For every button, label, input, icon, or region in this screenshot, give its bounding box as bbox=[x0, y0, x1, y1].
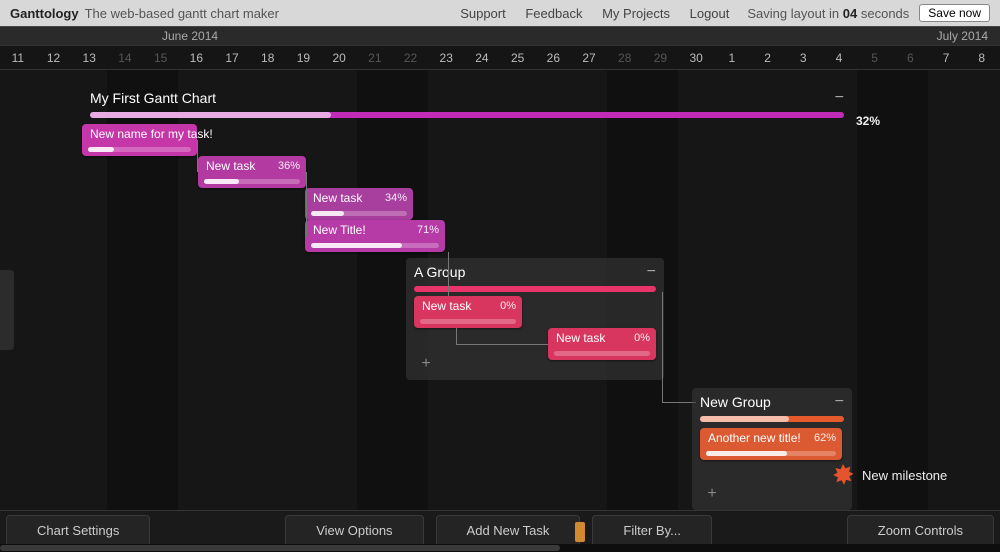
day-column: 13 bbox=[71, 46, 107, 70]
month-left: June 2014 bbox=[162, 29, 218, 43]
day-column: 2 bbox=[750, 46, 786, 70]
save-status-suffix: seconds bbox=[857, 6, 909, 21]
task-bar[interactable]: New task 34% bbox=[305, 188, 413, 220]
task-bar[interactable]: Another new title! 62% bbox=[700, 428, 842, 460]
save-status-prefix: Saving layout in bbox=[747, 6, 842, 21]
day-column: 7 bbox=[928, 46, 964, 70]
dependency-connector bbox=[448, 252, 449, 296]
day-column: 6 bbox=[893, 46, 929, 70]
task-percent: 62% bbox=[814, 432, 836, 444]
dependency-connector bbox=[662, 402, 696, 403]
day-column: 4 bbox=[821, 46, 857, 70]
task-percent: 36% bbox=[278, 160, 300, 172]
chart-settings-button[interactable]: Chart Settings bbox=[6, 515, 150, 545]
bottom-toolbar: Chart Settings View Options Add New Task… bbox=[0, 510, 1000, 552]
filter-by-button[interactable]: Filter By... bbox=[592, 515, 712, 545]
dependency-connector bbox=[456, 328, 457, 344]
task-percent: 0% bbox=[634, 332, 650, 344]
top-links: Support Feedback My Projects Logout bbox=[452, 6, 737, 21]
zoom-controls-button[interactable]: Zoom Controls bbox=[847, 515, 994, 545]
day-column: 22 bbox=[393, 46, 429, 70]
project-group[interactable]: My First Gantt Chart − 32% bbox=[82, 84, 852, 124]
collapse-icon[interactable]: − bbox=[835, 393, 844, 411]
dependency-connector bbox=[662, 292, 663, 402]
task-label: New name for my task! bbox=[90, 127, 191, 141]
day-column: 23 bbox=[428, 46, 464, 70]
day-column: 15 bbox=[143, 46, 179, 70]
month-right: July 2014 bbox=[937, 29, 988, 43]
day-column: 19 bbox=[286, 46, 322, 70]
top-bar: Ganttology The web-based gantt chart mak… bbox=[0, 0, 1000, 26]
day-column: 11 bbox=[0, 46, 36, 70]
tagline: The web-based gantt chart maker bbox=[85, 6, 279, 21]
month-strip: June 2014 July 2014 bbox=[0, 26, 1000, 46]
project-percent: 32% bbox=[856, 114, 880, 128]
horizontal-scrollbar[interactable] bbox=[0, 544, 1000, 552]
day-column: 1 bbox=[714, 46, 750, 70]
milestone-star-icon bbox=[832, 464, 854, 486]
day-column: 8 bbox=[964, 46, 1000, 70]
link-my-projects[interactable]: My Projects bbox=[602, 6, 670, 21]
left-drawer-handle[interactable] bbox=[0, 270, 14, 350]
milestone[interactable]: New milestone bbox=[832, 464, 947, 486]
add-new-task-button[interactable]: Add New Task bbox=[436, 515, 581, 545]
task-percent: 34% bbox=[385, 192, 407, 204]
dependency-connector bbox=[306, 236, 307, 237]
collapse-icon[interactable]: − bbox=[835, 89, 844, 107]
task-bar[interactable]: New name for my task! bbox=[82, 124, 197, 156]
day-column: 21 bbox=[357, 46, 393, 70]
day-column: 18 bbox=[250, 46, 286, 70]
collapse-icon[interactable]: − bbox=[647, 263, 656, 281]
day-column: 29 bbox=[643, 46, 679, 70]
chart-area[interactable]: My First Gantt Chart − 32% New name for … bbox=[0, 70, 1000, 510]
link-support[interactable]: Support bbox=[460, 6, 506, 21]
weekend-band bbox=[857, 70, 928, 510]
brand: Ganttology bbox=[10, 6, 79, 21]
task-percent: 71% bbox=[417, 224, 439, 236]
day-column: 28 bbox=[607, 46, 643, 70]
day-column: 27 bbox=[571, 46, 607, 70]
day-column: 12 bbox=[36, 46, 72, 70]
day-column: 16 bbox=[179, 46, 215, 70]
day-column: 3 bbox=[785, 46, 821, 70]
day-column: 5 bbox=[857, 46, 893, 70]
day-column: 17 bbox=[214, 46, 250, 70]
link-feedback[interactable]: Feedback bbox=[525, 6, 582, 21]
day-column: 26 bbox=[536, 46, 572, 70]
task-bar[interactable]: New Title! 71% bbox=[305, 220, 445, 252]
milestone-label: New milestone bbox=[862, 468, 947, 483]
add-task-button[interactable]: + bbox=[416, 354, 436, 374]
save-now-button[interactable]: Save now bbox=[919, 4, 990, 22]
day-column: 14 bbox=[107, 46, 143, 70]
scrollbar-thumb[interactable] bbox=[0, 545, 560, 551]
day-column: 25 bbox=[500, 46, 536, 70]
save-status: Saving layout in 04 seconds bbox=[747, 6, 909, 21]
task-bar[interactable]: New task 0% bbox=[548, 328, 656, 360]
link-logout[interactable]: Logout bbox=[690, 6, 730, 21]
mini-marker bbox=[575, 522, 585, 542]
dependency-connector bbox=[306, 172, 307, 236]
task-percent: 0% bbox=[500, 300, 516, 312]
group-title[interactable]: New Group bbox=[700, 394, 827, 410]
day-axis: 1112131415161718192021222324252627282930… bbox=[0, 46, 1000, 70]
task-bar[interactable]: New task 0% bbox=[414, 296, 522, 328]
add-task-button[interactable]: + bbox=[702, 484, 722, 504]
day-column: 30 bbox=[678, 46, 714, 70]
dependency-connector bbox=[197, 140, 198, 172]
project-title[interactable]: My First Gantt Chart bbox=[90, 90, 827, 106]
day-column: 20 bbox=[321, 46, 357, 70]
save-status-seconds: 04 bbox=[843, 6, 857, 21]
day-column: 24 bbox=[464, 46, 500, 70]
dependency-connector bbox=[456, 344, 548, 345]
view-options-button[interactable]: View Options bbox=[285, 515, 423, 545]
task-bar[interactable]: New task 36% bbox=[198, 156, 306, 188]
